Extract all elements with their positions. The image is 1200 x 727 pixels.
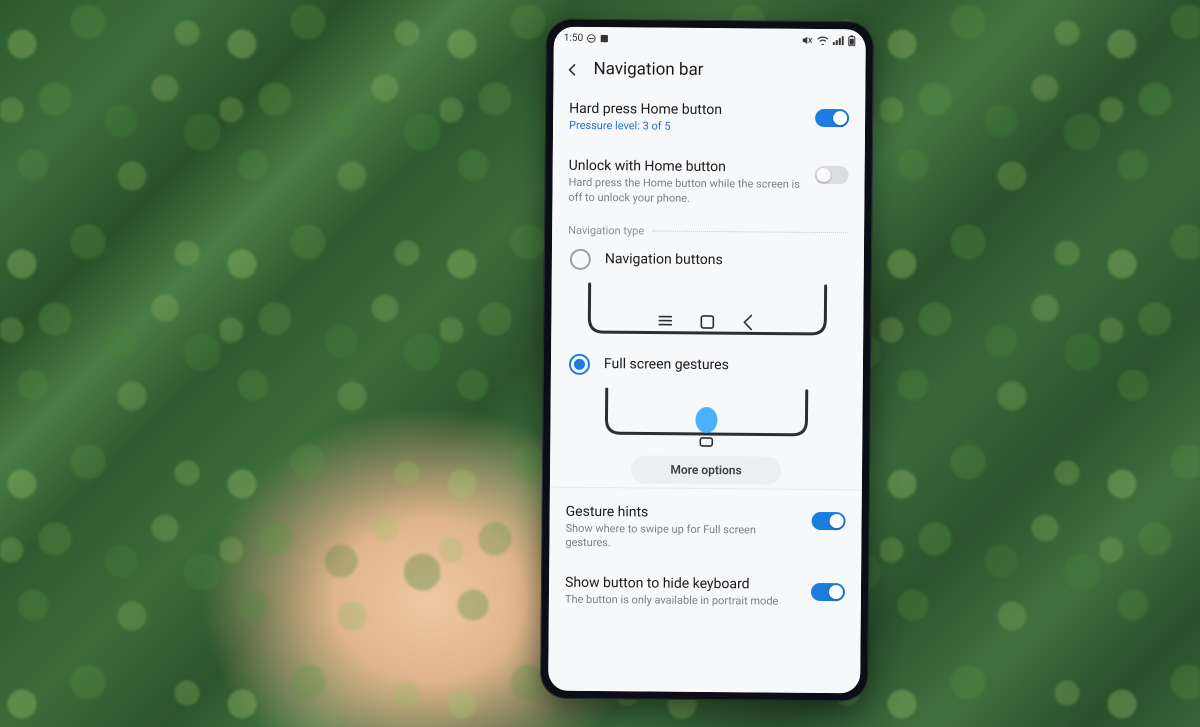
section-divider: [652, 230, 848, 233]
option-navigation-buttons[interactable]: Navigation buttons: [552, 238, 864, 276]
option-full-screen-gestures[interactable]: Full screen gestures: [551, 343, 863, 381]
unlock-title: Unlock with Home button: [569, 158, 807, 176]
signal-icon: [833, 36, 844, 45]
section-navigation-type: Navigation type: [552, 217, 864, 241]
gesture-hints-toggle[interactable]: [812, 511, 846, 529]
row-unlock-home[interactable]: Unlock with Home button Hard press the H…: [552, 145, 865, 219]
more-options-button[interactable]: More options: [631, 455, 781, 484]
back-icon[interactable]: [565, 62, 579, 76]
header: Navigation bar: [553, 49, 865, 92]
status-bar: 1:50: [554, 27, 866, 52]
more-options-label: More options: [670, 462, 741, 477]
row-hard-press-home[interactable]: Hard press Home button Pressure level: 3…: [553, 89, 865, 149]
page-title: Navigation bar: [593, 59, 703, 80]
phone-frame: 1:50: [540, 19, 874, 702]
mute-icon: [802, 35, 813, 44]
radio-full-gestures[interactable]: [569, 353, 590, 374]
battery-icon: [848, 35, 856, 46]
gesture-hints-sub: Show where to swipe up for Full screen g…: [565, 521, 803, 553]
unlock-sub: Hard press the Home button while the scr…: [568, 176, 806, 208]
radio-nav-buttons[interactable]: [570, 248, 591, 269]
divider: [550, 486, 862, 490]
nav-buttons-preview: [577, 279, 838, 343]
settings-content[interactable]: Hard press Home button Pressure level: 3…: [548, 89, 865, 694]
row-gesture-hints[interactable]: Gesture hints Show where to swipe up for…: [549, 491, 862, 565]
hard-press-toggle[interactable]: [815, 109, 849, 127]
full-gestures-preview: [576, 384, 837, 448]
hard-press-sub: Pressure level: 3 of 5: [569, 119, 807, 136]
status-time: 1:50: [564, 32, 583, 43]
do-not-disturb-icon: [587, 33, 596, 42]
unlock-toggle[interactable]: [815, 166, 849, 184]
row-show-button-hide-keyboard[interactable]: Show button to hide keyboard The button …: [549, 563, 861, 623]
gesture-hints-title: Gesture hints: [566, 503, 804, 521]
section-label: Navigation type: [568, 223, 644, 237]
show-button-kb-toggle[interactable]: [811, 583, 845, 601]
scene: 1:50: [0, 0, 1200, 727]
wifi-icon: [817, 35, 829, 44]
full-gestures-label: Full screen gestures: [604, 356, 729, 373]
show-button-kb-title: Show button to hide keyboard: [565, 575, 803, 593]
app-indicator-icon: [600, 34, 609, 43]
phone-screen: 1:50: [548, 27, 866, 694]
show-button-kb-sub: The button is only available in portrait…: [565, 593, 803, 610]
nav-buttons-label: Navigation buttons: [605, 251, 723, 268]
hard-press-title: Hard press Home button: [569, 101, 807, 119]
speaker-notch: [680, 22, 740, 28]
